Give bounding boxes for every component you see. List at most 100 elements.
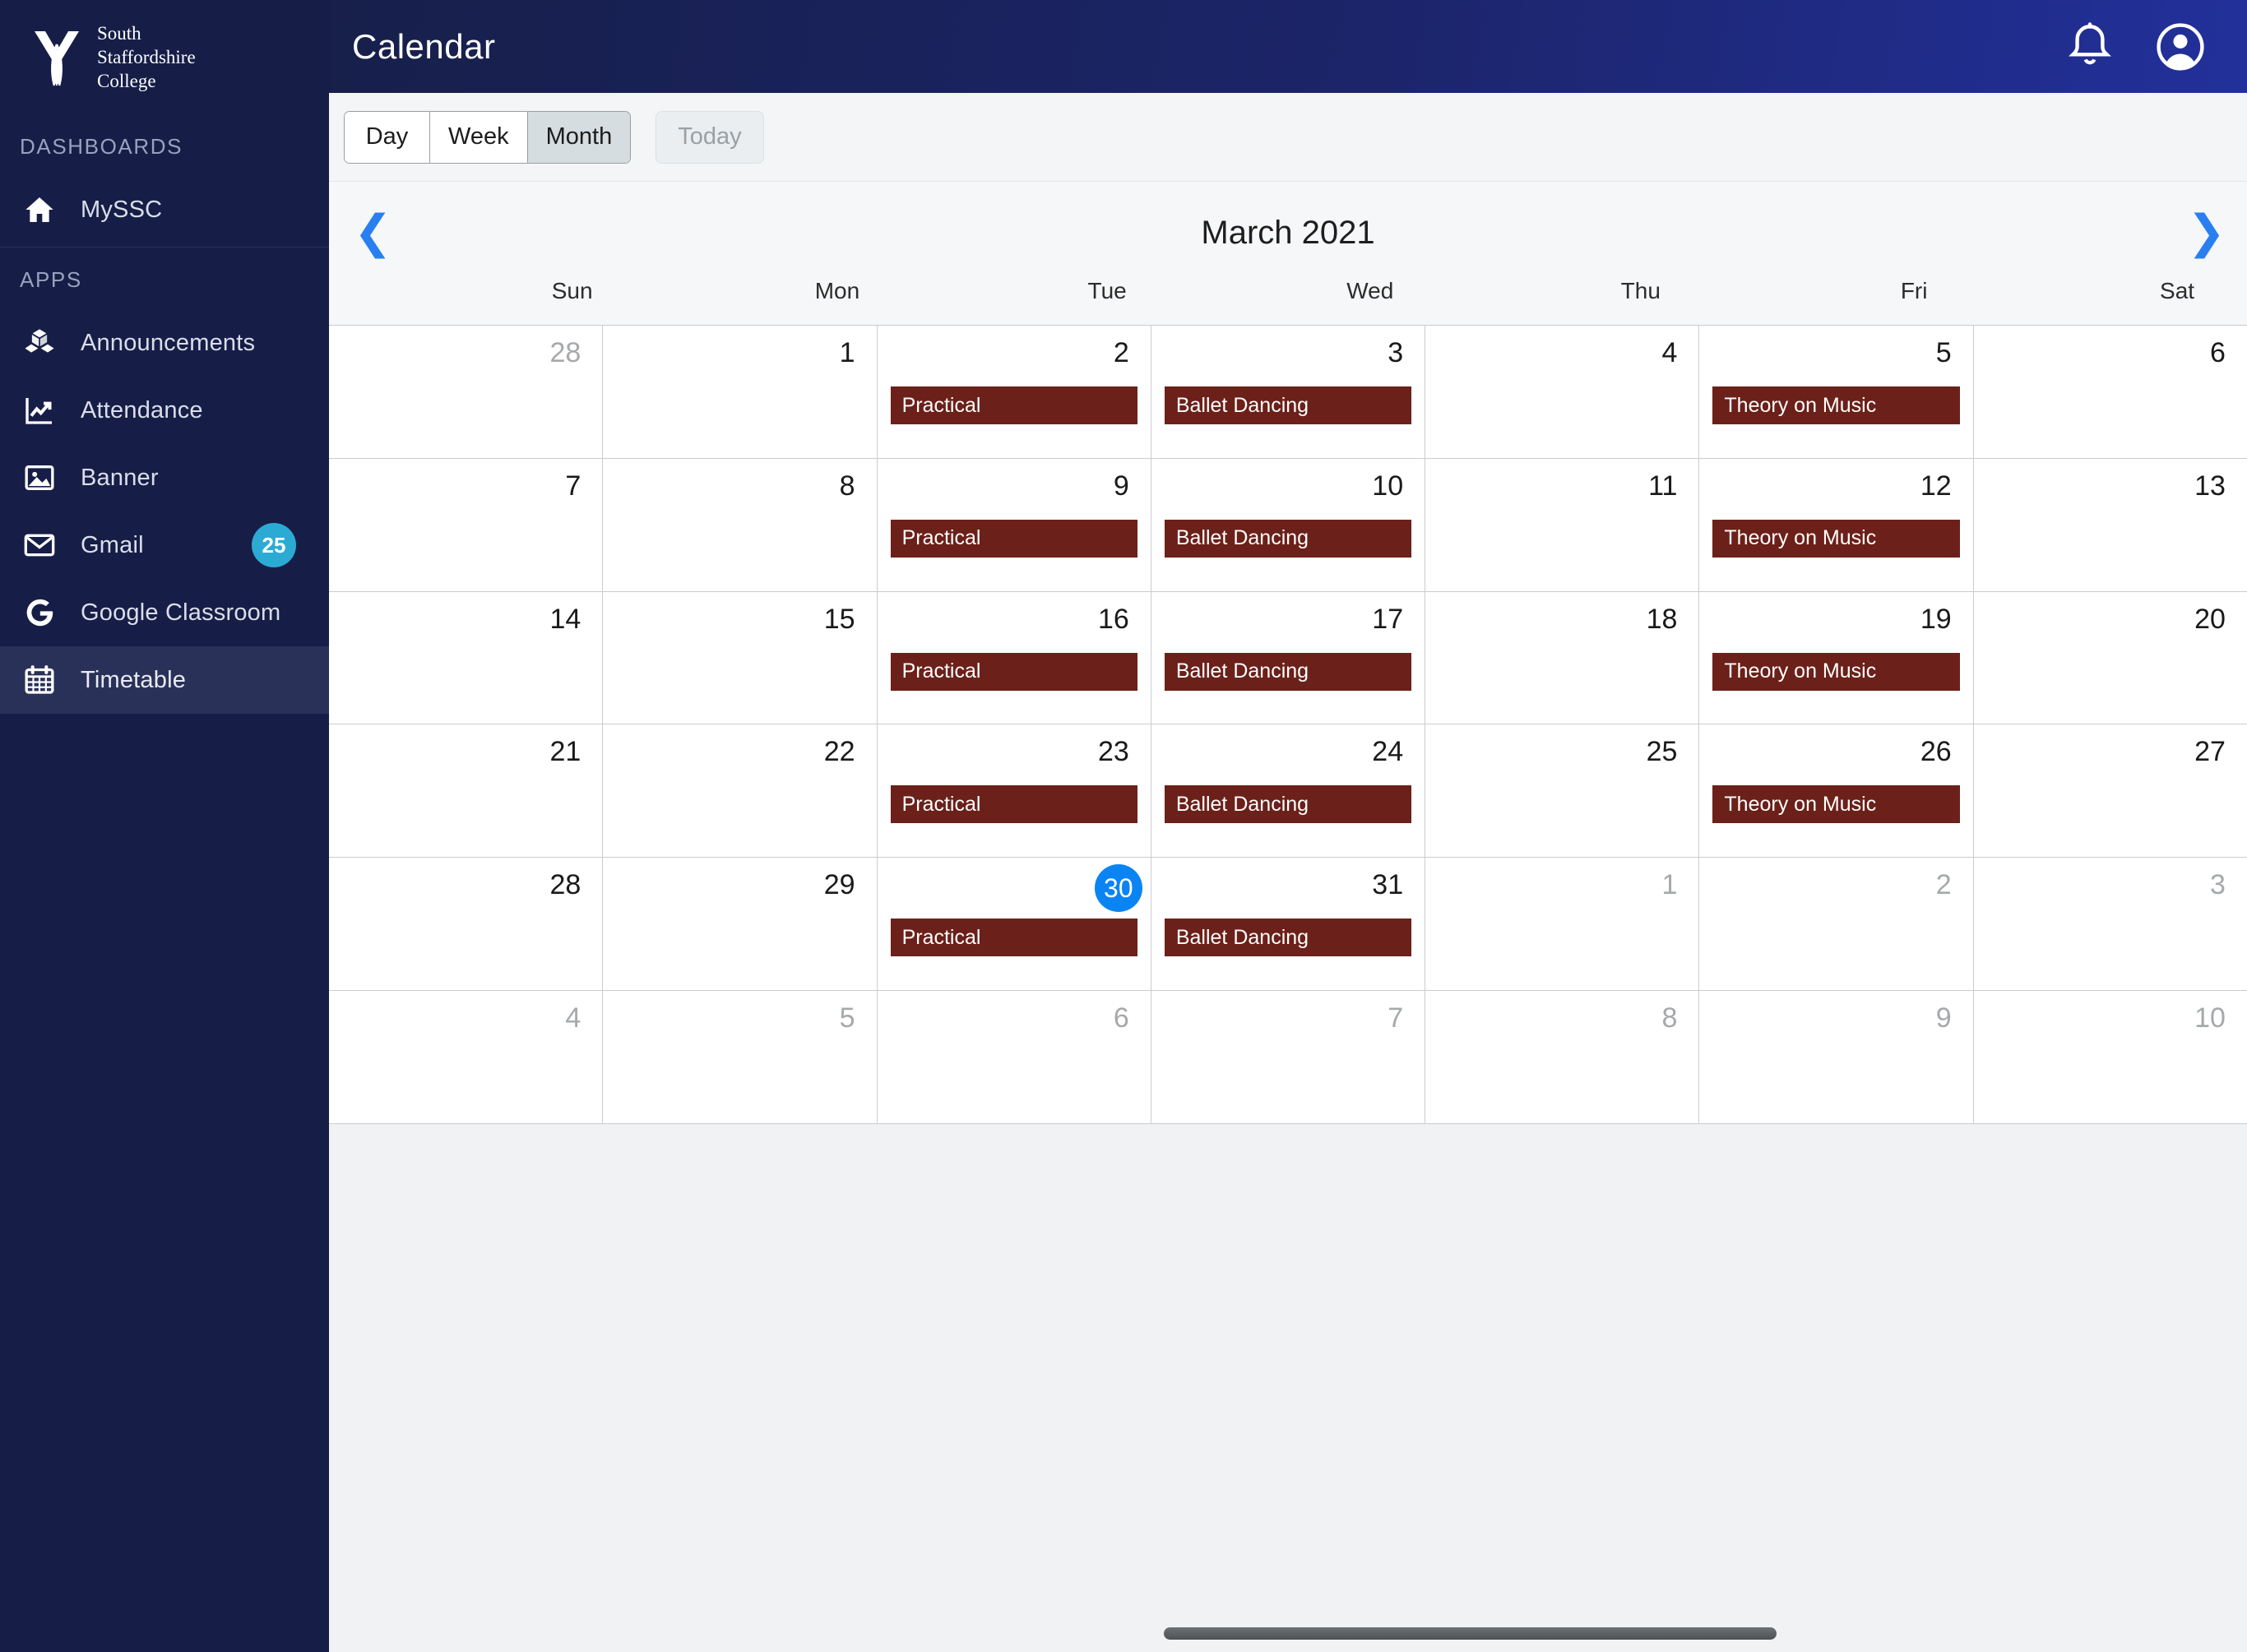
view-mode-group: Day Week Month — [344, 110, 632, 164]
chevron-left-icon[interactable]: ❮ — [354, 210, 392, 256]
calendar-day-cell[interactable]: 2 — [1699, 858, 1974, 991]
bell-icon[interactable] — [2063, 20, 2117, 74]
calendar-event[interactable]: Practical — [890, 919, 1137, 957]
calendar-day-cell[interactable]: 28 — [329, 326, 604, 458]
calendar-day-cell[interactable]: 5 — [603, 991, 878, 1123]
view-button-day[interactable]: Day — [345, 111, 430, 163]
day-number: 18 — [1646, 603, 1678, 635]
calendar-day-cell[interactable]: 30 Practical — [877, 858, 1151, 991]
calendar-day-cell[interactable]: 5 Theory on Music — [1699, 326, 1974, 458]
calendar-week-row: 28 29 30 Practical 31 Ballet Dancing 1 2 3 — [329, 858, 2247, 992]
day-number: 4 — [565, 1002, 581, 1034]
sidebar-item-timetable[interactable]: Timetable — [0, 646, 329, 714]
calendar-day-cell[interactable]: 2 Practical — [877, 326, 1151, 458]
page-title: Calendar — [352, 26, 496, 66]
user-circle-icon[interactable] — [2153, 20, 2208, 74]
day-number: 7 — [1388, 1002, 1404, 1034]
calendar-day-cell[interactable]: 28 — [329, 858, 604, 991]
sidebar: South Staffordshire College DASHBOARDS M… — [0, 0, 329, 1652]
calendar-day-cell[interactable]: 27 — [1973, 724, 2247, 858]
calendar-event[interactable]: Practical — [890, 386, 1137, 424]
day-number: 7 — [565, 470, 581, 502]
calendar-event[interactable]: Theory on Music — [1712, 785, 1960, 824]
calendar-day-cell[interactable]: 17 Ballet Dancing — [1151, 591, 1426, 724]
calendar-day-cell[interactable]: 15 — [603, 591, 878, 724]
day-number: 10 — [2194, 1002, 2226, 1034]
sidebar-item-attendance[interactable]: Attendance — [0, 377, 329, 444]
view-button-month[interactable]: Month — [527, 111, 631, 163]
sidebar-item-label: Announcements — [81, 329, 256, 356]
dow-tue: Tue — [1087, 278, 1127, 303]
calendar-day-cell[interactable]: 9 — [1699, 991, 1974, 1123]
calendar-day-cell[interactable]: 7 — [1151, 991, 1426, 1123]
calendar-event[interactable]: Ballet Dancing — [1164, 386, 1412, 424]
calendar-day-cell[interactable]: 14 — [329, 591, 604, 724]
calendar-day-cell[interactable]: 4 — [329, 991, 604, 1123]
sidebar-item-banner[interactable]: Banner — [0, 444, 329, 511]
calendar-day-cell[interactable]: 10 — [1973, 991, 2247, 1123]
calendar-day-cell[interactable]: 9 Practical — [877, 458, 1151, 591]
calendar-day-cell[interactable]: 8 — [1425, 991, 1700, 1123]
sidebar-item-announcements[interactable]: Announcements — [0, 309, 329, 377]
calendar-day-cell[interactable]: 25 — [1425, 724, 1700, 858]
today-button[interactable]: Today — [656, 110, 764, 164]
calendar-event[interactable]: Ballet Dancing — [1164, 785, 1412, 824]
sidebar-item-gmail[interactable]: Gmail 25 — [0, 511, 329, 579]
calendar-day-cell[interactable]: 11 — [1425, 458, 1700, 591]
calendar-event[interactable]: Theory on Music — [1712, 386, 1960, 424]
calendar-event[interactable]: Practical — [890, 519, 1137, 558]
chart-line-icon — [20, 391, 59, 430]
calendar-day-cell[interactable]: 23 Practical — [877, 724, 1151, 858]
dow-wed: Wed — [1346, 278, 1394, 303]
day-number: 3 — [1388, 337, 1404, 368]
calendar-event[interactable]: Ballet Dancing — [1164, 652, 1412, 691]
calendar-day-cell[interactable]: 21 — [329, 724, 604, 858]
calendar-event[interactable]: Ballet Dancing — [1164, 919, 1412, 957]
calendar-day-cell[interactable]: 19 Theory on Music — [1699, 591, 1974, 724]
calendar-day-cell[interactable]: 18 — [1425, 591, 1700, 724]
view-button-week[interactable]: Week — [430, 111, 528, 163]
calendar-day-cell[interactable]: 16 Practical — [877, 591, 1151, 724]
sidebar-item-myssc[interactable]: MySSC — [0, 176, 329, 243]
calendar-day-cell[interactable]: 26 Theory on Music — [1699, 724, 1974, 858]
section-label-dashboards: DASHBOARDS — [20, 134, 183, 159]
calendar-day-cell[interactable]: 13 — [1973, 458, 2247, 591]
calendar-day-cell[interactable]: 8 — [603, 458, 878, 591]
calendar-day-cell[interactable]: 31 Ballet Dancing — [1151, 858, 1426, 991]
brand[interactable]: South Staffordshire College — [0, 0, 329, 114]
calendar-day-cell[interactable]: 7 — [329, 458, 604, 591]
sidebar-item-google-classroom[interactable]: Google Classroom — [0, 579, 329, 646]
calendar-day-cell[interactable]: 20 — [1973, 591, 2247, 724]
horizontal-scrollbar[interactable] — [329, 1619, 2247, 1652]
day-number: 24 — [1372, 736, 1404, 768]
day-number: 22 — [823, 736, 855, 768]
calendar-event[interactable]: Ballet Dancing — [1164, 519, 1412, 558]
calendar-day-cell[interactable]: 6 — [877, 991, 1151, 1123]
day-number: 12 — [1920, 470, 1952, 502]
calendar-icon — [20, 660, 59, 700]
chevron-right-icon[interactable]: ❯ — [2187, 210, 2226, 256]
calendar-day-cell[interactable]: 6 — [1973, 326, 2247, 458]
calendar-event[interactable]: Practical — [890, 785, 1137, 824]
calendar-day-cell[interactable]: 24 Ballet Dancing — [1151, 724, 1426, 858]
calendar-day-cell[interactable]: 3 — [1973, 858, 2247, 991]
horizontal-scrollbar-thumb[interactable] — [1164, 1627, 1777, 1640]
day-number: 23 — [1098, 736, 1129, 768]
calendar-day-cell[interactable]: 1 — [603, 326, 878, 458]
day-number: 17 — [1372, 603, 1404, 635]
calendar-event[interactable]: Theory on Music — [1712, 652, 1960, 691]
calendar-event[interactable]: Theory on Music — [1712, 519, 1960, 558]
calendar-day-cell[interactable]: 22 — [603, 724, 878, 858]
envelope-icon — [20, 525, 59, 565]
calendar-day-cell[interactable]: 12 Theory on Music — [1699, 458, 1974, 591]
calendar-day-cell[interactable]: 4 — [1425, 326, 1700, 458]
calendar-day-cell[interactable]: 29 — [603, 858, 878, 991]
calendar-day-cell[interactable]: 3 Ballet Dancing — [1151, 326, 1426, 458]
calendar-event[interactable]: Practical — [890, 652, 1137, 691]
boxes-icon — [20, 323, 59, 363]
calendar-day-cell[interactable]: 1 — [1425, 858, 1700, 991]
day-number: 9 — [1935, 1002, 1952, 1034]
section-label-apps: APPS — [20, 267, 82, 292]
google-g-icon — [20, 593, 59, 632]
calendar-day-cell[interactable]: 10 Ballet Dancing — [1151, 458, 1426, 591]
